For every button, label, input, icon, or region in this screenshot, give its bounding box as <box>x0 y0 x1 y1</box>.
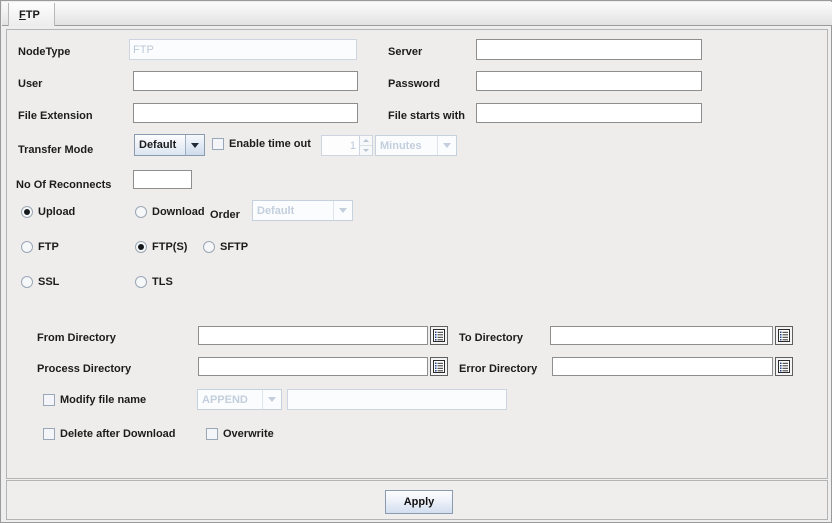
file-starts-with-input[interactable] <box>476 103 702 123</box>
to-directory-browse-button[interactable] <box>775 326 793 345</box>
process-directory-browse-button[interactable] <box>430 357 448 376</box>
transfer-mode-combo[interactable]: Default <box>134 134 205 156</box>
chevron-down-icon <box>333 201 352 220</box>
apply-button[interactable]: Apply <box>385 490 453 514</box>
modify-mode-value: APPEND <box>202 393 248 406</box>
no-of-reconnects-label: No Of Reconnects <box>16 179 112 191</box>
transfer-mode-label: Transfer Mode <box>18 144 94 156</box>
radio-circle <box>135 206 147 218</box>
overwrite-label: Overwrite <box>223 428 274 440</box>
tab-ftp[interactable]: F TP <box>8 3 55 26</box>
radio-circle <box>21 206 33 218</box>
order-value: Default <box>257 204 295 217</box>
user-label: User <box>18 78 43 90</box>
server-label: Server <box>388 46 423 58</box>
order-label: Order <box>210 209 240 221</box>
radio-circle <box>21 276 33 288</box>
list-icon <box>433 329 445 342</box>
radio-tls-label: TLS <box>152 276 173 288</box>
enable-time-out-checkbox[interactable]: Enable time out <box>212 138 311 150</box>
checkbox-box <box>212 138 224 150</box>
radio-ftp-label: FTP <box>38 241 59 253</box>
from-directory-browse-button[interactable] <box>430 326 448 345</box>
process-directory-label: Process Directory <box>37 363 132 375</box>
radio-ftp[interactable]: FTP <box>21 241 59 253</box>
radio-ftps-label: FTP(S) <box>152 241 188 253</box>
file-extension-label: File Extension <box>18 110 93 122</box>
order-combo: Default <box>252 200 353 221</box>
radio-sftp-label: SFTP <box>220 241 249 253</box>
time-out-unit-combo: Minutes <box>375 135 457 156</box>
radio-tls[interactable]: TLS <box>135 276 173 288</box>
spinner-up-icon <box>360 136 372 146</box>
modify-mode-combo: APPEND <box>197 389 282 410</box>
radio-upload[interactable]: Upload <box>21 206 75 218</box>
delete-after-download-label: Delete after Download <box>60 428 176 440</box>
tab-ftp-label: TP <box>25 8 40 21</box>
enable-time-out-label: Enable time out <box>229 138 311 150</box>
password-label: Password <box>388 78 440 90</box>
radio-ssl[interactable]: SSL <box>21 276 59 288</box>
file-extension-input[interactable] <box>133 103 358 123</box>
radio-circle <box>135 276 147 288</box>
from-directory-input[interactable] <box>198 326 428 345</box>
chevron-down-icon <box>262 390 281 409</box>
user-input[interactable] <box>133 71 358 91</box>
radio-circle <box>203 241 215 253</box>
list-icon <box>778 360 790 373</box>
spinner-down-icon <box>360 146 372 155</box>
error-directory-label: Error Directory <box>459 363 538 375</box>
radio-upload-label: Upload <box>38 206 76 218</box>
radio-download-label: Download <box>152 206 205 218</box>
file-starts-with-label: File starts with <box>388 110 466 122</box>
checkbox-box <box>43 394 55 406</box>
action-bar: Apply <box>6 480 828 520</box>
error-directory-browse-button[interactable] <box>775 357 793 376</box>
ftp-settings-panel: NodeType Server User Password File Exten… <box>6 29 828 479</box>
time-out-unit-value: Minutes <box>380 139 422 152</box>
error-directory-input[interactable] <box>552 357 773 376</box>
checkbox-box <box>206 428 218 440</box>
checkbox-box <box>43 428 55 440</box>
radio-circle <box>21 241 33 253</box>
radio-download[interactable]: Download <box>135 206 205 218</box>
list-icon <box>778 329 790 342</box>
nodetype-input <box>129 39 357 60</box>
tab-strip: F TP <box>2 2 832 26</box>
nodetype-label: NodeType <box>18 46 71 58</box>
overwrite-checkbox[interactable]: Overwrite <box>206 428 274 440</box>
modify-file-name-checkbox[interactable]: Modify file name <box>43 394 146 406</box>
radio-circle <box>135 241 147 253</box>
time-out-value-spinner: 1 <box>321 135 373 156</box>
from-directory-label: From Directory <box>37 332 116 344</box>
spinner-buttons <box>359 136 372 155</box>
modify-text-input <box>287 389 507 410</box>
password-input[interactable] <box>476 71 702 91</box>
radio-ssl-label: SSL <box>38 276 60 288</box>
tab-ftp-mnemonic: F <box>19 8 26 21</box>
list-icon <box>433 360 445 373</box>
process-directory-input[interactable] <box>198 357 428 376</box>
modify-file-name-label: Modify file name <box>60 394 147 406</box>
transfer-mode-value: Default <box>139 139 177 151</box>
chevron-down-icon <box>437 136 456 155</box>
radio-sftp[interactable]: SFTP <box>203 241 248 253</box>
delete-after-download-checkbox[interactable]: Delete after Download <box>43 428 176 440</box>
radio-ftps[interactable]: FTP(S) <box>135 241 187 253</box>
no-of-reconnects-input[interactable] <box>133 170 192 189</box>
ftp-configuration-window: FTP NodeType Server User Password File E… <box>0 0 832 523</box>
to-directory-label: To Directory <box>459 332 523 344</box>
time-out-value: 1 <box>349 139 356 152</box>
server-input[interactable] <box>476 39 702 60</box>
chevron-down-icon <box>185 135 204 155</box>
to-directory-input[interactable] <box>550 326 773 345</box>
